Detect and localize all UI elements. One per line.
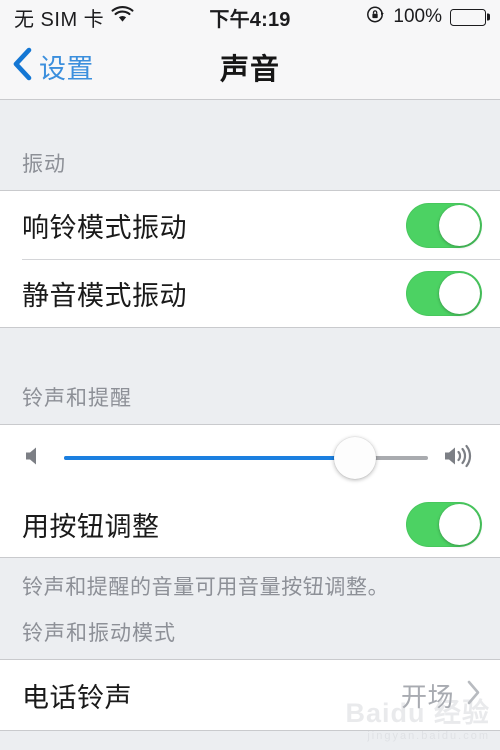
section-header-vibration: 振动: [0, 100, 500, 190]
battery-percent-label: 100%: [393, 6, 442, 27]
row-ringtone[interactable]: 电话铃声 开场: [0, 660, 500, 731]
row-ring-vibrate-accessory: [406, 202, 482, 248]
status-bar-right: 100%: [366, 5, 486, 30]
row-ringtone-accessory: 开场: [401, 677, 482, 714]
row-silent-vibrate-label: 静音模式振动: [22, 280, 187, 311]
speaker-high-icon: [442, 441, 480, 476]
status-bar-left: 无 SIM 卡: [14, 3, 134, 32]
section-header-ringer-alerts-label: 铃声和提醒: [22, 387, 132, 410]
section-sounds-patterns-cells: 电话铃声 开场: [0, 659, 500, 732]
chevron-right-icon: [466, 679, 482, 711]
toggle-knob: [439, 204, 480, 246]
section-header-sounds-patterns: 铃声和振动模式: [0, 602, 500, 660]
section-footer-ringer-alerts: 铃声和提醒的音量可用音量按钮调整。: [22, 576, 390, 599]
iphone-screen: 无 SIM 卡 下午4:19 100% 设置 声音 振动 响铃模式振动 静音模式…: [0, 0, 500, 750]
toggle-ring-vibrate[interactable]: [406, 202, 482, 248]
slider-thumb[interactable]: [334, 437, 377, 479]
section-vibration-cells: 响铃模式振动 静音模式振动: [0, 190, 500, 328]
section-header-ringer-alerts: 铃声和提醒: [0, 328, 500, 424]
row-ring-vibrate-label: 响铃模式振动: [22, 212, 187, 243]
rotation-lock-icon: [366, 5, 385, 30]
toggle-change-with-buttons[interactable]: [406, 501, 482, 547]
chevron-left-icon: [12, 47, 32, 86]
row-ring-vibrate[interactable]: 响铃模式振动: [0, 191, 500, 259]
battery-icon: [450, 8, 486, 26]
row-change-with-buttons-accessory: [406, 501, 482, 547]
row-silent-vibrate[interactable]: 静音模式振动: [0, 259, 500, 327]
section-header-sounds-patterns-label: 铃声和振动模式: [22, 622, 176, 646]
slider-track-fill: [64, 456, 356, 460]
row-change-with-buttons-label: 用按钮调整: [22, 511, 160, 542]
row-silent-vibrate-accessory: [406, 270, 482, 316]
section-ringer-alerts-cells: 用按钮调整: [0, 424, 500, 558]
back-button[interactable]: 设置: [0, 47, 94, 86]
toggle-knob: [439, 272, 480, 314]
row-ringtone-label: 电话铃声: [22, 682, 132, 713]
row-ringtone-value: 开场: [400, 681, 454, 712]
carrier-label: 无 SIM 卡: [14, 8, 105, 31]
settings-list: 振动 响铃模式振动 静音模式振动 铃声和提醒 用按钮调整 铃声和提醒的音量可用音…: [0, 100, 500, 750]
status-bar: 无 SIM 卡 下午4:19 100%: [0, 0, 500, 34]
row-change-with-buttons[interactable]: 用按钮调整: [0, 491, 500, 557]
row-volume-slider[interactable]: [0, 425, 500, 491]
volume-slider[interactable]: [64, 436, 428, 480]
navigation-bar: 设置 声音: [0, 34, 500, 100]
back-button-label: 设置: [39, 54, 94, 84]
section-header-vibration-label: 振动: [22, 153, 66, 176]
speaker-low-icon: [20, 441, 50, 476]
toggle-silent-vibrate[interactable]: [406, 270, 482, 316]
wifi-icon: [111, 5, 134, 29]
toggle-knob: [439, 503, 480, 545]
